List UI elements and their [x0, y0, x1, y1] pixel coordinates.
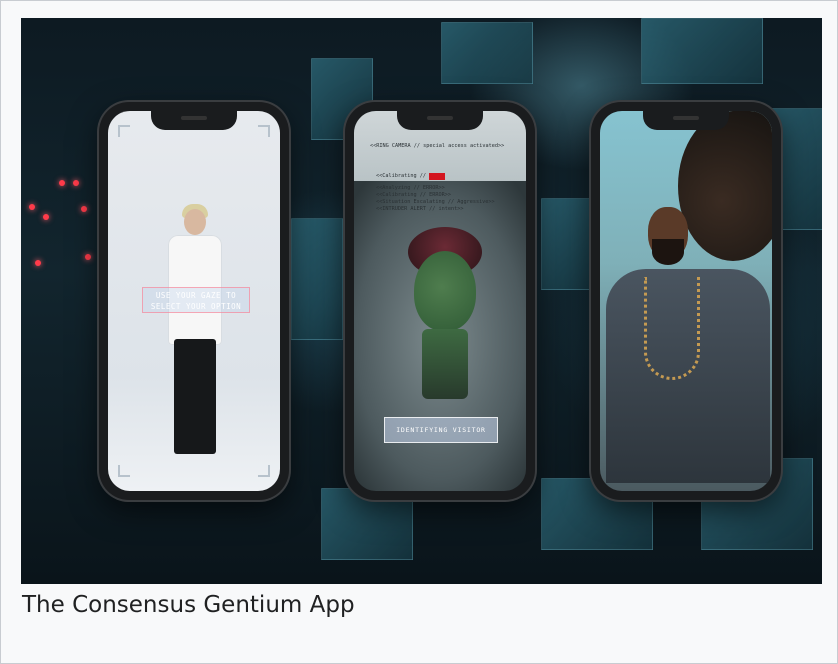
- log-line: <<Situation Escalating // Aggressive>>: [376, 199, 495, 205]
- app-promo-image: USE YOUR GAZE TO SELECT YOUR OPTION <<RI…: [21, 18, 822, 584]
- log-line: <<INTRUDER ALERT // intent>>: [376, 206, 464, 212]
- red-light: [35, 260, 41, 266]
- hud-corner: [258, 125, 270, 137]
- hud-corner: [118, 125, 130, 137]
- visitor-face-scan: [414, 251, 476, 331]
- log-line: <<Calibrating // ERROR>>: [376, 192, 451, 198]
- phone-notch: [397, 110, 483, 130]
- phone-screen: <<RING CAMERA // special access activate…: [354, 111, 526, 491]
- phone-screen: [600, 111, 772, 491]
- man-beard: [652, 239, 684, 265]
- red-light: [73, 180, 79, 186]
- phone-portrait: [591, 102, 781, 500]
- person-black-trousers: [174, 339, 216, 454]
- phone-ring-camera: <<RING CAMERA // special access activate…: [345, 102, 535, 500]
- red-light: [29, 204, 35, 210]
- bead-necklace: [644, 277, 700, 380]
- phone-notch: [151, 110, 237, 130]
- blurred-foreground-shape: [678, 111, 772, 261]
- person-head: [184, 209, 206, 235]
- hud-corner: [118, 465, 130, 477]
- red-light: [59, 180, 65, 186]
- ring-camera-header: <<RING CAMERA // special access activate…: [370, 143, 505, 149]
- redacted-block: ▮: [429, 173, 446, 180]
- log-line: <<Calibrating // ▮: [376, 173, 446, 180]
- visitor-body: [422, 329, 468, 399]
- phone-screen: USE YOUR GAZE TO SELECT YOUR OPTION: [108, 111, 280, 491]
- phone-notch: [643, 110, 729, 130]
- red-light: [81, 206, 87, 212]
- screen-tile: [441, 22, 533, 84]
- identifying-visitor-button[interactable]: IDENTIFYING VISITOR: [384, 417, 498, 443]
- image-frame: USE YOUR GAZE TO SELECT YOUR OPTION <<RI…: [0, 0, 838, 664]
- screen-tile: [291, 218, 343, 340]
- red-light: [43, 214, 49, 220]
- log-line: <<Analyzing // ERROR>>: [376, 185, 445, 191]
- hud-corner: [258, 465, 270, 477]
- gaze-select-prompt[interactable]: USE YOUR GAZE TO SELECT YOUR OPTION: [142, 287, 250, 313]
- screen-tile: [641, 18, 763, 84]
- phone-gaze-select: USE YOUR GAZE TO SELECT YOUR OPTION: [99, 102, 289, 500]
- screen-tile: [541, 198, 593, 290]
- red-light: [85, 254, 91, 260]
- image-caption: The Consensus Gentium App: [22, 592, 355, 618]
